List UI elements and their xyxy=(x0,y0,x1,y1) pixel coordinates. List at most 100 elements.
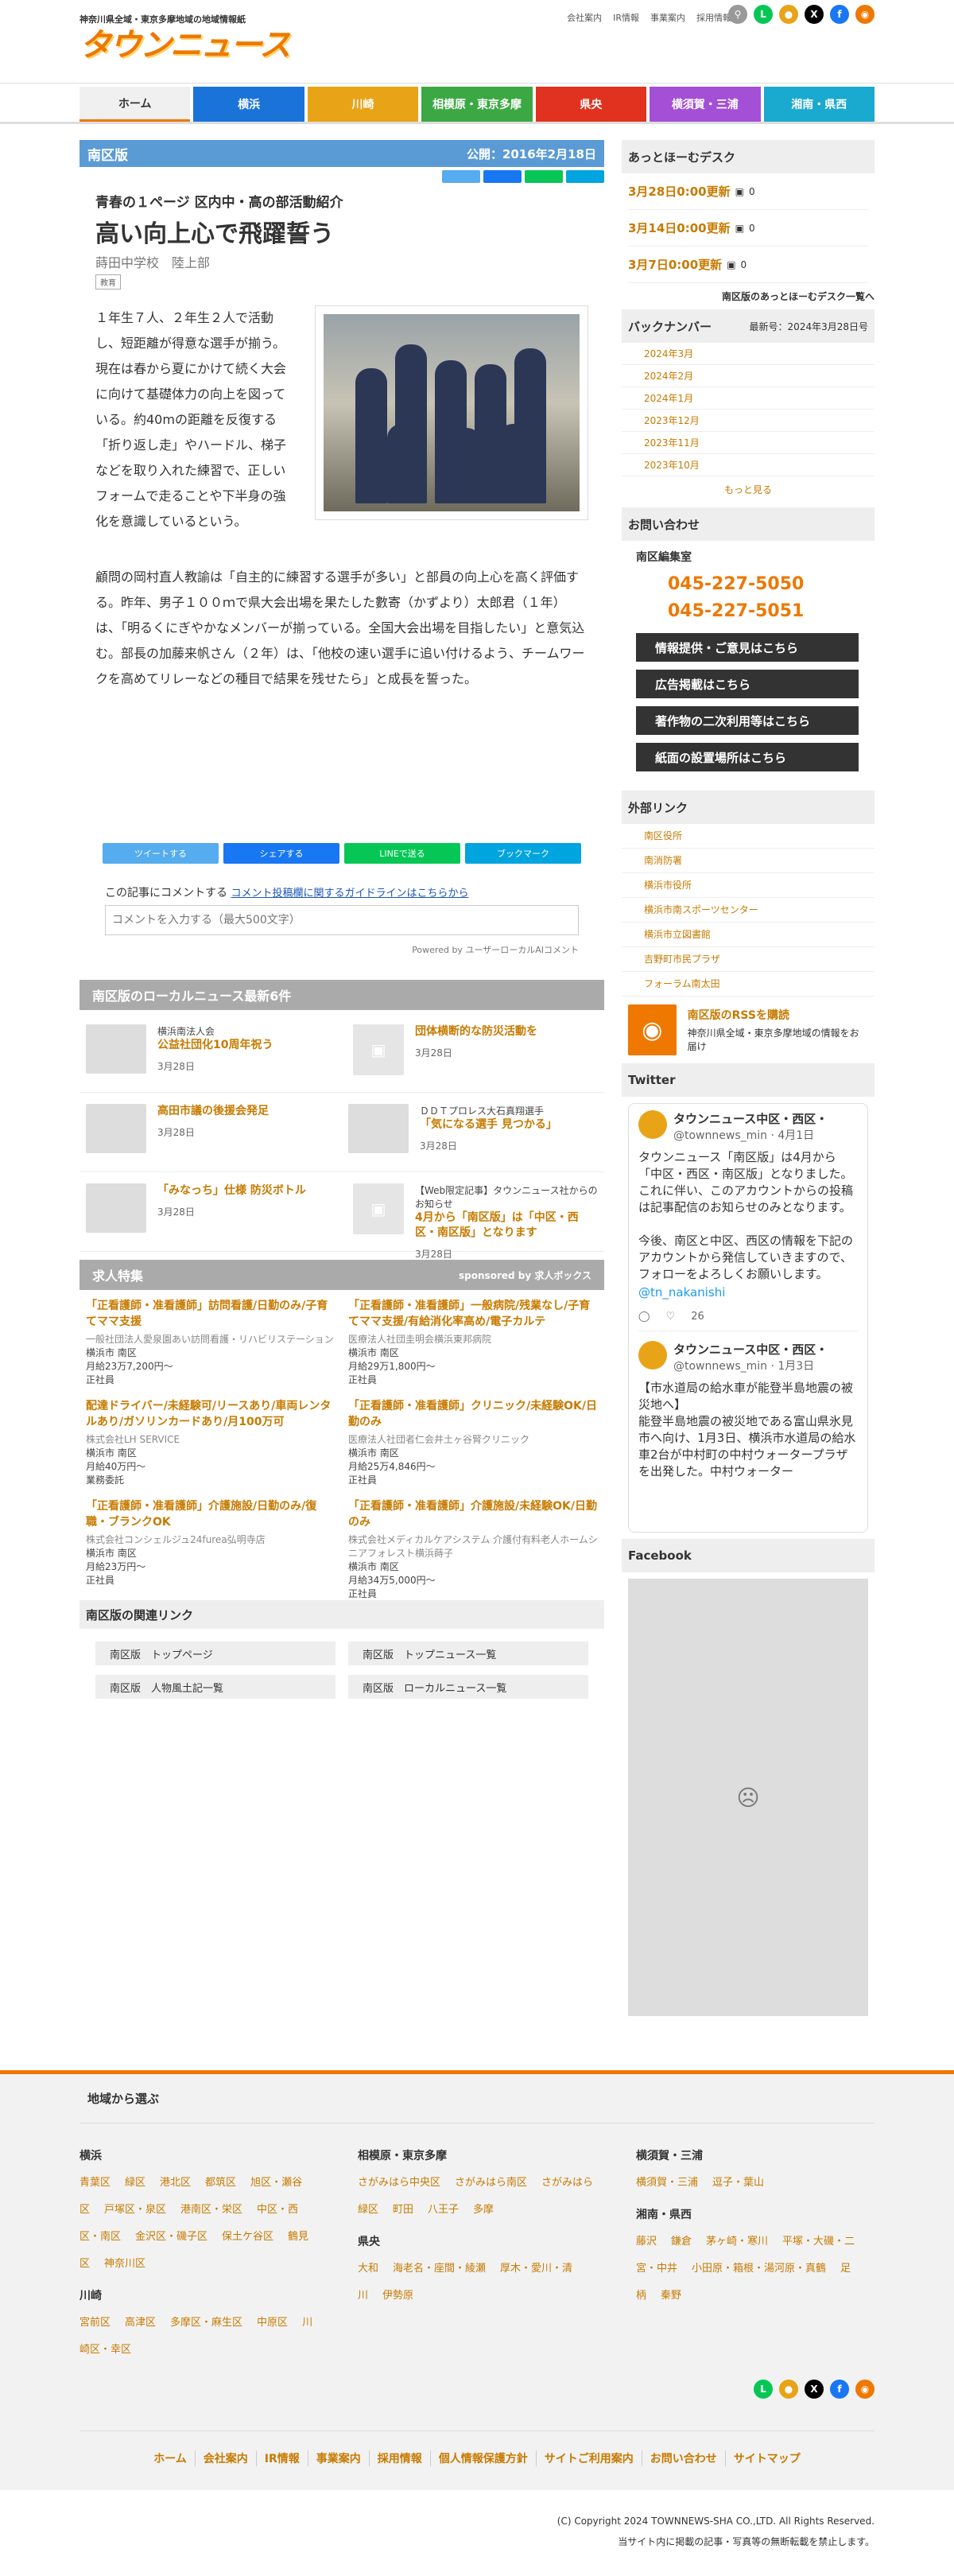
comment-input[interactable] xyxy=(105,905,579,935)
link-ir[interactable]: IR情報 xyxy=(613,11,639,24)
footer-area-link[interactable]: さがみはら南区 xyxy=(455,2177,527,2189)
footer-nav-link[interactable]: IR情報 xyxy=(255,2450,308,2466)
tel-number[interactable]: 045-227-5050 xyxy=(668,571,860,598)
footer-area-link[interactable]: 鎌倉 xyxy=(671,2236,692,2248)
footer-nav-link[interactable]: サイトマップ xyxy=(724,2450,809,2466)
info-button[interactable]: 情報提供・ご意見はこちら xyxy=(636,633,859,662)
footer-area-link[interactable]: 茅ヶ崎・寒川 xyxy=(706,2236,768,2248)
job-title[interactable]: 「正看護師・准看護師」介護施設/日勤のみ/復職・ブランクOK xyxy=(86,1498,335,1530)
desk-item[interactable]: 3月28日0:00更新 ▣ 0 xyxy=(628,173,868,210)
jobs-sponsor[interactable]: sponsored by 求人ボックス xyxy=(459,1269,591,1282)
job-title[interactable]: 「正看護師・准看護師」介護施設/未経験OK/日勤のみ xyxy=(348,1498,598,1530)
nav-item[interactable]: 川崎 xyxy=(307,87,419,122)
ext-link[interactable]: フォーラム南太田 xyxy=(622,972,874,997)
job-item[interactable]: 「正看護師・准看護師」訪問看護/日勤のみ/子育てママ支援 一般社団法人愛泉園あい訪… xyxy=(86,1298,335,1398)
rss-icon[interactable]: ◉ xyxy=(855,5,874,24)
footer-nav-link[interactable]: 個人情報保護方針 xyxy=(429,2450,536,2466)
news-title[interactable]: 公益社団化10周年祝う xyxy=(157,1038,273,1053)
facebook-icon[interactable]: f xyxy=(830,5,849,24)
footer-area-link[interactable]: 保土ケ谷区 xyxy=(222,2231,273,2243)
share-button[interactable]: ブックマーク xyxy=(465,843,581,864)
backnumber-item[interactable]: 2023年11月 xyxy=(622,432,874,454)
footer-nav-link[interactable]: サイトご利用案内 xyxy=(535,2450,642,2466)
footer-nav-link[interactable]: 会社案内 xyxy=(194,2450,256,2466)
footer-area-link[interactable]: 青葉区 xyxy=(80,2177,111,2189)
twitter-embed[interactable]: タウンニュース中区・西区・ @townnews_min · 4月1日 タウンニュース… xyxy=(628,1103,868,1533)
tweet-name[interactable]: タウンニュース中区・西区・ xyxy=(673,1341,828,1358)
tweet-mini-button[interactable] xyxy=(442,170,480,183)
nav-item[interactable]: ホーム xyxy=(80,87,191,122)
related-link[interactable]: 南区版 トップページ xyxy=(95,1642,335,1665)
tweet-handle[interactable]: @townnews_min · 4月1日 xyxy=(673,1127,828,1143)
job-item[interactable]: 「正看護師・准看護師」クリニック/未経験OK/日勤のみ 医療法人社団者仁会井土ヶ谷… xyxy=(348,1398,598,1498)
footer-nav-link[interactable]: 採用情報 xyxy=(368,2450,430,2466)
news-title[interactable]: 4月から「南区版」は「中区・西区・南区版」となります xyxy=(415,1210,598,1241)
footer-area-link[interactable]: 都筑区 xyxy=(205,2177,236,2189)
footer-area-link[interactable]: 中原区 xyxy=(257,2317,288,2329)
footer-area-link[interactable]: 海老名・座間・綾瀬 xyxy=(393,2263,486,2275)
share-button[interactable]: LINEで送る xyxy=(344,843,460,864)
copyright-use-button[interactable]: 著作物の二次利用等はこちら xyxy=(636,706,859,735)
ext-link[interactable]: 横浜市立図書館 xyxy=(622,923,874,947)
job-item[interactable]: 「正看護師・准看護師」介護施設/日勤のみ/復職・ブランクOK 株式会社コンシェルジ… xyxy=(86,1498,335,1599)
job-title[interactable]: 配達ドライバー/未経験可/リースあり/車両レンタルあり/ガソリンカードあり/月1… xyxy=(86,1398,335,1430)
share-button[interactable]: シェアする xyxy=(223,843,339,864)
footer-area-link[interactable]: 港南区・栄区 xyxy=(180,2204,242,2216)
backnumber-latest[interactable]: 最新号：2024年3月28日号 xyxy=(750,320,868,333)
news-title[interactable]: 「みなっち」仕様 防災ボトル xyxy=(157,1183,306,1199)
hatena-mini-button[interactable] xyxy=(566,170,604,183)
nav-item[interactable]: 湘南・県西 xyxy=(763,87,874,122)
line-icon[interactable]: L xyxy=(754,2380,773,2399)
news-item[interactable]: 「みなっち」仕様 防災ボトル 3月28日 xyxy=(80,1172,342,1252)
footer-area-link[interactable]: 逗子・葉山 xyxy=(712,2177,764,2189)
footer-area-link[interactable]: 小田原・箱根・湯河原・真鶴 xyxy=(692,2263,826,2275)
share-button[interactable]: ツイートする xyxy=(103,843,219,864)
tweet-handle[interactable]: @townnews_min · 1月3日 xyxy=(673,1358,828,1373)
footer-area-link[interactable]: 神奈川区 xyxy=(104,2258,145,2270)
desk-item-label[interactable]: 3月7日0:00更新 xyxy=(628,256,722,273)
footer-area-link[interactable]: 藤沢 xyxy=(636,2236,657,2248)
facebook-mini-button[interactable] xyxy=(483,170,522,183)
x-icon[interactable]: X xyxy=(805,5,824,24)
ad-button[interactable]: 広告掲載はこちら xyxy=(636,670,859,698)
facebook-embed[interactable]: ☹ xyxy=(628,1579,868,2016)
footer-nav-link[interactable]: 事業案内 xyxy=(307,2450,369,2466)
tweet-mention[interactable]: @tn_nakanishi xyxy=(638,1284,858,1301)
reply-icon[interactable]: ◯ xyxy=(638,1311,650,1323)
desk-item[interactable]: 3月7日0:00更新 ▣ 0 xyxy=(628,247,868,283)
footer-area-link[interactable]: 金沢区・磯子区 xyxy=(135,2231,207,2243)
footer-area-link[interactable]: 大和 xyxy=(358,2263,378,2275)
news-title[interactable]: 「気になる選手 見つかる」 xyxy=(420,1117,557,1133)
news-title[interactable]: 団体横断的な防災活動を xyxy=(415,1024,537,1039)
desk-item[interactable]: 3月14日0:00更新 ▣ 0 xyxy=(628,210,868,247)
ext-link[interactable]: 南区役所 xyxy=(622,824,874,849)
tweet-name[interactable]: タウンニュース中区・西区・ xyxy=(673,1110,828,1127)
chat-icon[interactable]: ● xyxy=(779,5,798,24)
rss-box[interactable]: ◉ 南区版のRSSを購読 神奈川県全域・東京多摩地域の情報をお届け xyxy=(622,997,874,1063)
backnumber-item[interactable]: 2023年12月 xyxy=(622,410,874,432)
nav-item[interactable]: 横須賀・三浦 xyxy=(650,87,761,122)
ext-link[interactable]: 吉野町市民プラザ xyxy=(622,947,874,972)
more-link[interactable]: もっと見る xyxy=(622,483,874,496)
job-item[interactable]: 「正看護師・准看護師」一般病院/残業なし/子育てママ支援/有給消化率高め/電子カ… xyxy=(348,1298,598,1398)
facebook-icon[interactable]: f xyxy=(830,2380,849,2399)
link-recruit[interactable]: 採用情報 xyxy=(696,11,731,24)
desk-list-link[interactable]: 南区版のあっとほーむデスク一覧へ xyxy=(622,289,874,303)
footer-area-link[interactable]: さがみはら中央区 xyxy=(358,2177,440,2189)
link-business[interactable]: 事業案内 xyxy=(650,11,685,24)
heart-icon[interactable]: ♡ xyxy=(666,1311,676,1323)
line-icon[interactable]: L xyxy=(754,5,773,24)
job-item[interactable]: 配達ドライバー/未経験可/リースあり/車両レンタルあり/ガソリンカードあり/月1… xyxy=(86,1398,335,1498)
footer-nav-link[interactable]: お問い合わせ xyxy=(641,2450,725,2466)
distribution-button[interactable]: 紙面の設置場所はこちら xyxy=(636,743,859,771)
comment-guide-link[interactable]: コメント投稿欄に関するガイドラインはこちらから xyxy=(231,888,468,899)
search-icon[interactable]: ⚲ xyxy=(728,5,747,24)
footer-area-link[interactable]: 町田 xyxy=(393,2204,413,2216)
footer-area-link[interactable]: 宮前区 xyxy=(80,2317,111,2329)
news-item[interactable]: 高田市議の後援会発足 3月28日 xyxy=(80,1093,342,1172)
link-company[interactable]: 会社案内 xyxy=(567,11,602,24)
site-logo[interactable]: タウンニュース xyxy=(80,25,291,65)
job-title[interactable]: 「正看護師・准看護師」訪問看護/日勤のみ/子育てママ支援 xyxy=(86,1298,335,1330)
desk-item-label[interactable]: 3月28日0:00更新 xyxy=(628,183,731,200)
news-item[interactable]: ▣ 団体横断的な防災活動を 3月28日 xyxy=(342,1013,604,1093)
